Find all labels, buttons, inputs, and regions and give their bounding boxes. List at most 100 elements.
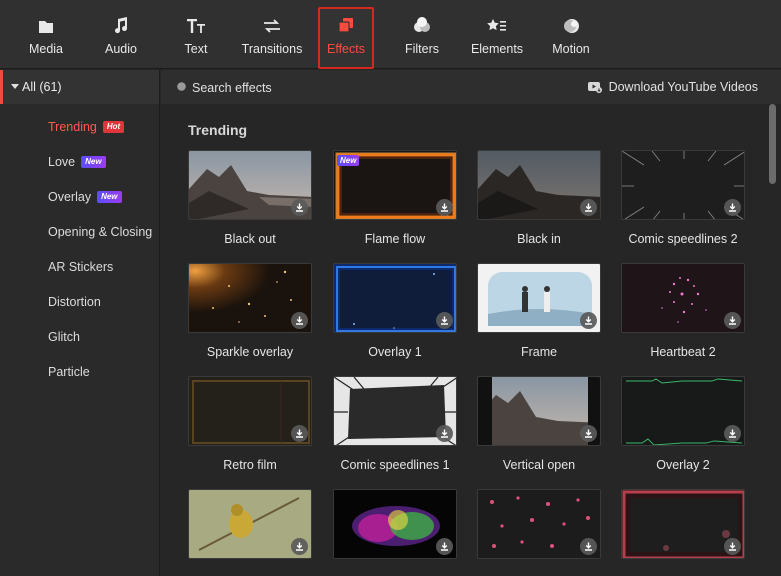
music-note-icon	[115, 17, 128, 34]
sidebar-item-label: Opening & Closing	[48, 224, 153, 239]
effect-name: Sparkle overlay	[206, 345, 294, 359]
tab-label: Elements	[470, 42, 524, 56]
all-categories-toggle[interactable]: All (61)	[0, 70, 159, 104]
download-icon[interactable]	[436, 199, 453, 216]
sidebar-item-glitch[interactable]: Glitch	[0, 319, 159, 354]
effect-name: Black out	[224, 232, 276, 246]
download-icon[interactable]	[436, 312, 453, 329]
effect-thumbnail	[621, 263, 745, 333]
effect-thumbnail	[188, 376, 312, 446]
download-icon[interactable]	[580, 199, 597, 216]
sidebar-item-trending[interactable]: Trending Hot	[0, 109, 159, 144]
tab-label: Transitions	[241, 42, 303, 56]
new-badge: New	[97, 190, 122, 203]
effect-thumbnail	[188, 263, 312, 333]
effect-card[interactable]: Retro film	[188, 376, 312, 472]
effect-card[interactable]	[621, 489, 745, 559]
download-icon[interactable]	[580, 425, 597, 442]
sidebar-item-label: Love	[48, 154, 76, 169]
effect-name: Flame flow	[364, 232, 426, 246]
tab-filters[interactable]: Filters	[393, 8, 451, 68]
effect-name: Vertical open	[502, 458, 576, 472]
youtube-download-icon	[587, 82, 602, 93]
effects-icon	[338, 18, 353, 33]
download-icon[interactable]	[291, 538, 308, 555]
effect-card[interactable]: Overlay 1	[333, 263, 457, 359]
all-categories-label: All (61)	[22, 80, 62, 94]
effect-thumbnail	[621, 489, 745, 559]
tab-label: Audio	[105, 42, 137, 56]
sidebar-item-opening-closing[interactable]: Opening & Closing	[0, 214, 159, 249]
download-icon[interactable]	[580, 538, 597, 555]
tab-transitions[interactable]: Transitions	[238, 8, 306, 68]
effect-thumbnail	[188, 489, 312, 559]
search-bar: Download YouTube Videos	[161, 70, 781, 104]
effect-thumbnail	[621, 376, 745, 446]
sidebar-item-particle[interactable]: Particle	[0, 354, 159, 389]
effect-card[interactable]: Vertical open	[477, 376, 601, 472]
effect-thumbnail	[188, 150, 312, 220]
effect-thumbnail	[477, 263, 601, 333]
effect-thumbnail: New	[333, 150, 457, 220]
tab-text[interactable]: Text	[170, 8, 222, 68]
effect-card[interactable]	[477, 489, 601, 559]
effect-name: Overlay 1	[368, 345, 422, 359]
search-input[interactable]	[192, 79, 392, 97]
text-icon	[187, 19, 205, 33]
effect-card[interactable]	[188, 489, 312, 559]
top-toolbar: Media Audio Text Transitions Effects Fil…	[0, 0, 781, 69]
effect-thumbnail	[333, 489, 457, 559]
sidebar-item-overlay[interactable]: Overlay New	[0, 179, 159, 214]
download-icon[interactable]	[724, 538, 741, 555]
tab-effects[interactable]: Effects	[318, 7, 374, 69]
sidebar-item-label: Particle	[48, 364, 90, 379]
chevron-down-icon	[11, 84, 19, 89]
scrollbar-thumb[interactable]	[769, 104, 776, 184]
download-icon[interactable]	[436, 538, 453, 555]
effect-card[interactable]: Frame	[477, 263, 601, 359]
sidebar-item-label: AR Stickers	[48, 259, 114, 274]
effect-name: Heartbeat 2	[650, 345, 716, 359]
tab-elements[interactable]: Elements	[466, 8, 528, 68]
effect-card[interactable]: Black out	[188, 150, 312, 246]
download-icon[interactable]	[724, 199, 741, 216]
download-youtube-label: Download YouTube Videos	[608, 80, 758, 94]
sidebar-item-label: Trending	[48, 119, 97, 134]
sidebar-item-love[interactable]: Love New	[0, 144, 159, 179]
download-icon[interactable]	[724, 312, 741, 329]
search-icon	[177, 82, 186, 91]
download-icon[interactable]	[291, 425, 308, 442]
effect-card[interactable]: Overlay 2	[621, 376, 745, 472]
effect-name: Frame	[520, 345, 558, 359]
effect-card[interactable]: Comic speedlines 1	[333, 376, 457, 472]
tab-audio[interactable]: Audio	[92, 8, 150, 68]
effect-card[interactable]: Black in	[477, 150, 601, 246]
effect-card[interactable]: Heartbeat 2	[621, 263, 745, 359]
download-icon[interactable]	[580, 312, 597, 329]
swap-arrows-icon	[264, 19, 280, 33]
effect-thumbnail	[333, 263, 457, 333]
tab-media[interactable]: Media	[17, 8, 75, 68]
effect-card[interactable]: New Flame flow	[333, 150, 457, 246]
effect-thumbnail	[477, 376, 601, 446]
effect-name: Overlay 2	[656, 458, 710, 472]
effect-name: Comic speedlines 1	[340, 458, 450, 472]
effect-thumbnail	[621, 150, 745, 220]
effect-thumbnail	[333, 376, 457, 446]
effect-card[interactable]: Sparkle overlay	[188, 263, 312, 359]
effects-grid: Black out New Flame flow Black in Comic …	[161, 150, 761, 576]
sidebar-item-ar-stickers[interactable]: AR Stickers	[0, 249, 159, 284]
elements-icon	[487, 19, 506, 31]
sidebar-item-distortion[interactable]: Distortion	[0, 284, 159, 319]
download-icon[interactable]	[291, 199, 308, 216]
download-icon[interactable]	[724, 425, 741, 442]
effect-name: Black in	[517, 232, 561, 246]
category-sidebar: All (61) Trending Hot Love New Overlay N…	[0, 70, 160, 576]
download-icon[interactable]	[436, 425, 453, 442]
effect-card[interactable]	[333, 489, 457, 559]
tab-motion[interactable]: Motion	[545, 8, 597, 68]
effect-card[interactable]: Comic speedlines 2	[621, 150, 745, 246]
download-icon[interactable]	[291, 312, 308, 329]
download-youtube-button[interactable]: Download YouTube Videos	[587, 80, 758, 94]
new-badge: New	[81, 155, 106, 168]
